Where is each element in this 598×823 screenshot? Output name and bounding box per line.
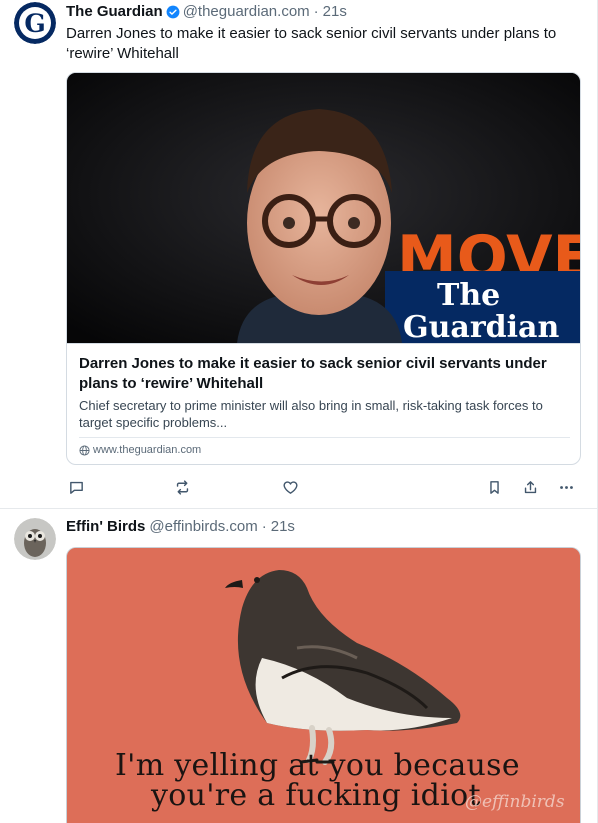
post-image[interactable]: I'm yelling at you because you're a fuck… — [66, 547, 581, 823]
link-card-domain: www.theguardian.com — [79, 444, 201, 456]
link-card-body: Darren Jones to make it easier to sack s… — [67, 343, 580, 464]
guardian-logo-icon: G — [14, 2, 56, 44]
separator-dot: · — [261, 518, 267, 535]
share-button[interactable] — [520, 477, 540, 497]
like-icon — [282, 480, 298, 494]
bookmark-icon — [489, 480, 499, 494]
like-button[interactable] — [280, 477, 300, 497]
link-card-description: Chief secretary to prime minister will a… — [79, 398, 543, 430]
author-name[interactable]: The Guardian — [66, 3, 163, 20]
artist-signature: @effinbirds — [465, 792, 565, 812]
link-card-image: MOVE The Guardian — [67, 73, 580, 343]
author-handle[interactable]: @effinbirds.com — [149, 518, 257, 535]
more-options-button[interactable] — [556, 477, 576, 497]
svg-text:G: G — [24, 9, 45, 38]
post-text: Darren Jones to make it easier to sack s… — [66, 25, 557, 62]
separator-dot: · — [313, 3, 319, 20]
post-timestamp[interactable]: 21s — [271, 518, 295, 535]
owl-avatar-icon — [14, 518, 56, 560]
reply-icon — [69, 481, 83, 494]
share-icon — [524, 480, 536, 493]
more-icon — [559, 485, 573, 489]
author-handle[interactable]: @theguardian.com — [183, 3, 310, 20]
bookmark-button[interactable] — [484, 477, 504, 497]
repost-icon — [176, 479, 188, 495]
avatar[interactable] — [14, 518, 56, 560]
link-card[interactable]: MOVE The Guardian Darren Jones to make i… — [66, 72, 581, 465]
globe-icon — [79, 444, 90, 456]
post-guardian[interactable]: G The Guardian @theguardian.com · 21s Da… — [0, 0, 597, 509]
link-card-divider — [79, 437, 570, 438]
post-header: The Guardian @theguardian.com · 21s — [66, 3, 347, 20]
brand-guardian: Guardian — [403, 310, 559, 343]
link-card-title: Darren Jones to make it easier to sack s… — [79, 355, 547, 392]
post-effin-birds[interactable]: Effin' Birds @effinbirds.com · 21s I'm y… — [0, 509, 597, 823]
verified-badge-icon — [166, 5, 180, 18]
repost-button[interactable] — [172, 477, 192, 497]
article-photo: MOVE The Guardian — [67, 73, 580, 343]
timeline-feed: G The Guardian @theguardian.com · 21s Da… — [0, 0, 598, 823]
reply-button[interactable] — [66, 477, 86, 497]
author-name[interactable]: Effin' Birds — [66, 518, 145, 535]
post-header: Effin' Birds @effinbirds.com · 21s — [66, 518, 295, 535]
brand-the: The — [437, 278, 500, 313]
post-actions — [66, 477, 581, 497]
meme-caption-line2: you're a fucking idiot — [151, 778, 481, 813]
link-card-domain-text: www.theguardian.com — [93, 444, 202, 456]
post-timestamp[interactable]: 21s — [323, 3, 347, 20]
avatar[interactable]: G — [14, 2, 56, 44]
